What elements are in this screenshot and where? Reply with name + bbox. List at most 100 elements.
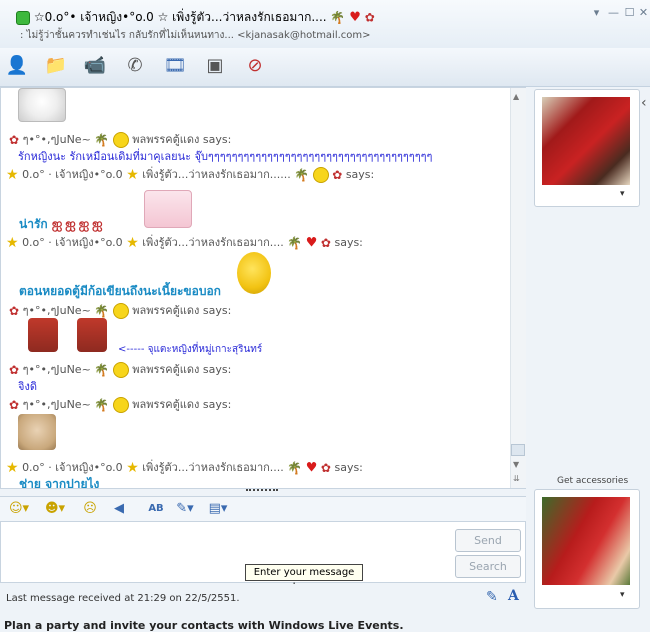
message-text: ช่าย จากปายไง — [19, 477, 100, 489]
message-text: จิงดิ — [18, 380, 37, 393]
get-accessories-link[interactable]: Get accessories — [557, 476, 628, 486]
smiley-icon — [112, 362, 129, 378]
star-icon: ★ — [126, 460, 139, 476]
block-icon[interactable]: ⊘ — [242, 53, 268, 79]
star-icon: ★ — [6, 460, 19, 476]
smiley-icon — [112, 397, 129, 413]
scroll-end-icon[interactable]: ⇊ — [513, 474, 520, 483]
sender-name: ๆ•°•,ๆJuNe~ — [22, 133, 91, 146]
says-label: พลพรรคตู้แดง says: — [132, 304, 232, 317]
star-icon: ★ — [6, 167, 19, 183]
nudge-icon[interactable]: ☹ — [80, 500, 100, 518]
sender-message: เพิ่งรู้ตัว...ว่าหลงรักเธอมาก.... — [142, 461, 284, 474]
cartoon-emoticon-image — [28, 318, 58, 352]
sender-name: 0.o° · เจ้าหญิง•°o.0 — [22, 168, 123, 181]
flower-icon: ✿ — [320, 461, 331, 475]
says-label: says: — [345, 168, 375, 181]
minimize-button[interactable]: — — [607, 7, 620, 19]
contact-status-icon — [16, 10, 30, 25]
palm-icon: 🌴 — [94, 133, 110, 147]
flower-icon: ✿ — [364, 10, 375, 25]
my-display-picture-frame[interactable]: ▾ — [534, 489, 640, 609]
palm-icon: 🌴 — [94, 304, 110, 318]
palm-icon: 🌴 — [330, 10, 346, 25]
palm-icon: 🌴 — [94, 363, 110, 377]
close-button[interactable]: ✕ — [637, 7, 650, 19]
voice-clip-icon[interactable]: ◀ — [110, 500, 128, 518]
says-label: พลพรรคตู้แดง says: — [132, 133, 232, 146]
sender-name: ๆ•°•,ๆJuNe~ — [22, 363, 91, 376]
cartoon-emoticon-image — [77, 318, 107, 352]
flower-icon: ✿ — [9, 304, 20, 318]
flower-icon: ✿ — [9, 398, 20, 412]
splitter-handle[interactable] — [246, 489, 278, 494]
picture-menu-icon[interactable]: ▾ — [620, 590, 625, 600]
main-toolbar: 👤 📁 📹 ✆ 🎞 ▣ ⊘ — [0, 48, 650, 87]
phone-call-icon[interactable]: ✆ — [122, 53, 148, 79]
contact-email: : ไม่รู้ว่าชั้นควรทำเช่นไร กลับรักที่ไม่… — [20, 30, 371, 41]
puppy-image — [18, 414, 56, 450]
says-label: says: — [334, 236, 363, 249]
emoticon-icon[interactable]: ☺▾ — [6, 500, 32, 518]
collapse-pane-icon[interactable]: ‹ — [641, 95, 647, 111]
sender-name: ๆ•°•,ๆJuNe~ — [22, 398, 91, 411]
wink-icon[interactable]: ☻▾ — [42, 500, 68, 518]
message-text: <----- จุแตะหญิงที่หมู่เกาะสุรินทร์ — [118, 344, 263, 355]
star-icon: ★ — [126, 235, 139, 251]
font-icon[interactable]: AB — [146, 500, 166, 518]
title-bar: ☆0.o°• เจ้าหญิง•°o.0 ☆ เพิ่งรู้ตัว...ว่า… — [0, 0, 650, 49]
window-title-text: ☆0.o°• เจ้าหญิง•°o.0 ☆ เพิ่งรู้ตัว...ว่า… — [33, 10, 327, 24]
search-button[interactable]: Search — [455, 555, 521, 578]
text-mode-icon[interactable]: A — [508, 588, 519, 604]
conversation-scrollbar[interactable]: ▲ ▼ ⇊ — [510, 88, 526, 488]
contact-display-picture-frame[interactable]: ▾ — [534, 89, 640, 207]
heart-icon: ♥ — [305, 460, 318, 476]
love-emoticon-image — [144, 190, 192, 228]
format-toolbar: ☺▾ ☻▾ ☹ ◀ AB ✎▾ ▤▾ — [0, 496, 526, 522]
cartoon-emoticon-image — [237, 252, 271, 294]
games-icon[interactable]: 🎞 — [162, 53, 188, 79]
send-button[interactable]: Send — [455, 529, 521, 552]
sender-name: 0.o° · เจ้าหญิง•°o.0 — [22, 461, 123, 474]
options-menu-button[interactable]: ▾ — [590, 7, 603, 19]
star-icon: ★ — [126, 167, 139, 183]
palm-icon: 🌴 — [287, 236, 303, 250]
share-files-icon[interactable]: 📁 — [43, 53, 69, 79]
last-message-status: Last message received at 21:29 on 22/5/2… — [6, 593, 240, 604]
color-icon[interactable]: ✎▾ — [172, 500, 198, 518]
emoticon-row: ஐஐஐஐ — [51, 217, 106, 232]
video-call-icon[interactable]: 📹 — [82, 53, 108, 79]
emoticon-image — [18, 88, 66, 122]
says-label: พลพรรคตู้แดง says: — [132, 398, 232, 411]
status-bar: Last message received at 21:29 on 22/5/2… — [0, 584, 526, 612]
input-tooltip: Enter your message here — [245, 564, 363, 593]
heart-icon: ♥ — [349, 10, 361, 25]
window-title: ☆0.o°• เจ้าหญิง•°o.0 ☆ เพิ่งรู้ตัว...ว่า… — [16, 8, 375, 27]
message-text: รักหญิงนะ รักเหมือนเดิมที่มาคุเลยนะ จุ๊บ… — [18, 150, 433, 163]
background-icon[interactable]: ▤▾ — [205, 500, 231, 518]
heart-icon: ♥ — [305, 235, 318, 251]
sender-name: 0.o° · เจ้าหญิง•°o.0 — [22, 236, 123, 249]
activities-icon[interactable]: ▣ — [202, 53, 228, 79]
conversation-history: ✿ ๆ•°•,ๆJuNe~ 🌴 พลพรรคตู้แดง says: รักหญ… — [0, 87, 526, 489]
says-label: says: — [334, 461, 363, 474]
maximize-button[interactable]: ☐ — [623, 7, 636, 19]
star-icon: ★ — [6, 235, 19, 251]
message-text: ตอนหยอดตู้มีก้อเขียนถึงนะเนี้ยะขอบอก — [19, 284, 221, 298]
flower-icon: ✿ — [9, 363, 20, 377]
flower-icon: ✿ — [9, 133, 20, 147]
scroll-thumb[interactable] — [511, 444, 525, 456]
footer-ad-link[interactable]: Plan a party and invite your contacts wi… — [4, 619, 404, 632]
flower-icon: ✿ — [332, 168, 343, 182]
invite-contact-icon[interactable]: 👤 — [4, 53, 30, 79]
handwriting-icon[interactable]: ✎ — [486, 589, 498, 605]
message-text: น่ารัก — [19, 217, 48, 231]
contact-display-picture — [542, 97, 630, 185]
scroll-down-icon[interactable]: ▼ — [513, 460, 519, 469]
palm-icon: 🌴 — [287, 461, 303, 475]
scroll-up-icon[interactable]: ▲ — [513, 92, 519, 101]
picture-menu-icon[interactable]: ▾ — [620, 189, 625, 199]
sender-message: เพิ่งรู้ตัว...ว่าหลงรักเธอมาก.... — [142, 236, 284, 249]
flower-icon: ✿ — [320, 236, 331, 250]
my-display-picture — [542, 497, 630, 585]
